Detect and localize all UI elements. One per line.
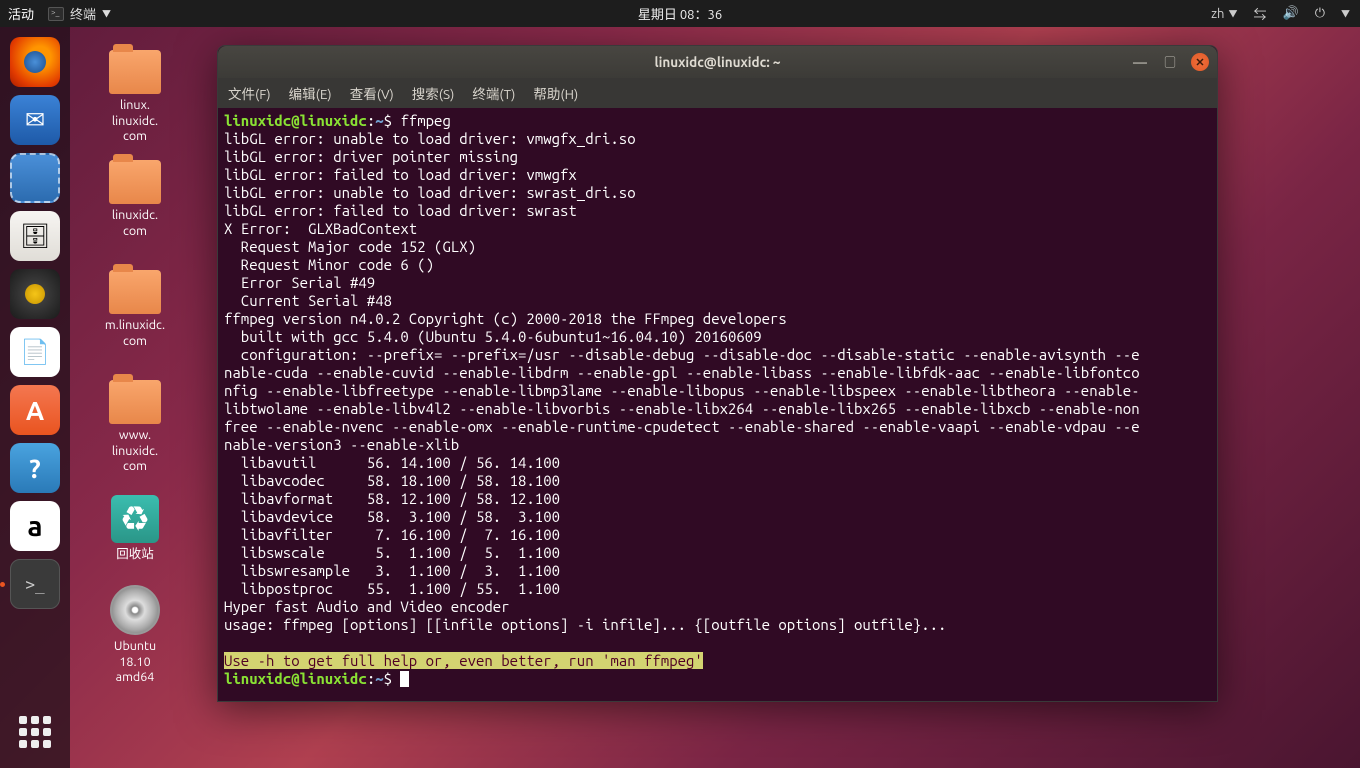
desktop-icon[interactable]: linux. linuxidc. com xyxy=(95,50,175,145)
menu-file[interactable]: 文件(F) xyxy=(228,83,271,103)
dock-screenshot[interactable] xyxy=(10,153,60,203)
topbar-app-menu[interactable]: 终端 ▼ xyxy=(48,4,111,23)
show-applications-button[interactable] xyxy=(15,712,55,752)
terminal-output-line: libavformat 58. 12.100 / 58. 12.100 xyxy=(224,490,560,507)
terminal-output-line: libGL error: failed to load driver: vmwg… xyxy=(224,166,577,183)
clock[interactable]: 星期日 08：36 xyxy=(638,4,722,23)
gnome-topbar: 活动 终端 ▼ 星期日 08：36 zh ▼ ⇆ 🔊 ⏻ ▼ xyxy=(0,0,1360,27)
power-icon[interactable]: ⏻ xyxy=(1315,6,1325,21)
network-icon[interactable]: ⇆ xyxy=(1253,4,1266,23)
ubuntu-dock xyxy=(0,27,70,768)
terminal-output-line: configuration: --prefix= --prefix=/usr -… xyxy=(224,346,1140,363)
terminal-output-line: nfig --enable-libfreetype --enable-libmp… xyxy=(224,382,1140,399)
dock-help[interactable] xyxy=(10,443,60,493)
terminal-output-line: libavutil 56. 14.100 / 56. 14.100 xyxy=(224,454,560,471)
terminal-viewport[interactable]: linuxidc@linuxidc:~$ ffmpeg libGL error:… xyxy=(218,108,1217,701)
volume-icon[interactable]: 🔊 xyxy=(1283,6,1299,21)
cursor xyxy=(400,671,409,687)
chevron-down-icon: ▼ xyxy=(102,7,111,20)
close-button[interactable] xyxy=(1191,53,1209,71)
desktop-icon[interactable]: m.linuxidc. com xyxy=(95,270,175,349)
terminal-output-line: X Error: GLXBadContext xyxy=(224,220,417,237)
activities-button[interactable]: 活动 xyxy=(8,4,34,23)
desktop-icon-label: Ubuntu 18.10 amd64 xyxy=(95,639,175,686)
terminal-output-line: libavcodec 58. 18.100 / 58. 18.100 xyxy=(224,472,560,489)
terminal-output-line: libGL error: failed to load driver: swra… xyxy=(224,202,577,219)
terminal-output-line: nable-cuda --enable-cuvid --enable-libdr… xyxy=(224,364,1140,381)
terminal-output-line: nable-version3 --enable-xlib xyxy=(224,436,459,453)
desktop-icon-label: m.linuxidc. com xyxy=(95,318,175,349)
menu-search[interactable]: 搜索(S) xyxy=(412,83,455,103)
menu-view[interactable]: 查看(V) xyxy=(350,83,394,103)
dock-rhythmbox[interactable] xyxy=(10,269,60,319)
terminal-output-line: Request Minor code 6 () xyxy=(224,256,434,273)
terminal-output-line: libswresample 3. 1.100 / 3. 1.100 xyxy=(224,562,560,579)
chevron-down-icon: ▼ xyxy=(1228,7,1237,20)
terminal-output-line: Request Major code 152 (GLX) xyxy=(224,238,476,255)
window-titlebar[interactable]: linuxidc@linuxidc: ~ xyxy=(218,46,1217,78)
menu-edit[interactable]: 编辑(E) xyxy=(289,83,332,103)
dock-terminal[interactable] xyxy=(10,559,60,609)
disc-icon xyxy=(110,585,160,635)
folder-icon xyxy=(109,50,161,94)
terminal-output-line: libGL error: driver pointer missing xyxy=(224,148,518,165)
maximize-button[interactable] xyxy=(1161,53,1179,71)
terminal-icon xyxy=(48,7,64,21)
chevron-down-icon: ▼ xyxy=(1341,7,1350,20)
dock-amazon[interactable] xyxy=(10,501,60,551)
terminal-output-line: libGL error: unable to load driver: swra… xyxy=(224,184,636,201)
desktop-icon-label: 回收站 xyxy=(95,547,175,563)
trash-icon xyxy=(111,495,159,543)
menu-terminal[interactable]: 终端(T) xyxy=(472,83,515,103)
terminal-output-line: libpostproc 55. 1.100 / 55. 1.100 xyxy=(224,580,560,597)
terminal-window: linuxidc@linuxidc: ~ 文件(F) 编辑(E) 查看(V) 搜… xyxy=(217,45,1218,702)
dock-thunderbird[interactable] xyxy=(10,95,60,145)
window-title: linuxidc@linuxidc: ~ xyxy=(654,54,780,70)
desktop-icon-label: linux. linuxidc. com xyxy=(95,98,175,145)
terminal-menubar: 文件(F) 编辑(E) 查看(V) 搜索(S) 终端(T) 帮助(H) xyxy=(218,78,1217,108)
terminal-output-line: Error Serial #49 xyxy=(224,274,375,291)
terminal-output-line: built with gcc 5.4.0 (Ubuntu 5.4.0-6ubun… xyxy=(224,328,762,345)
dock-files[interactable] xyxy=(10,211,60,261)
dock-libreoffice-writer[interactable] xyxy=(10,327,60,377)
desktop-icon[interactable]: Ubuntu 18.10 amd64 xyxy=(95,585,175,686)
terminal-output-line: libGL error: unable to load driver: vmwg… xyxy=(224,130,636,147)
input-source-indicator[interactable]: zh ▼ xyxy=(1211,7,1237,21)
terminal-output-line: libavfilter 7. 16.100 / 7. 16.100 xyxy=(224,526,560,543)
terminal-output-line: libavdevice 58. 3.100 / 58. 3.100 xyxy=(224,508,560,525)
desktop-icon[interactable]: 回收站 xyxy=(95,495,175,563)
dock-ubuntu-software[interactable] xyxy=(10,385,60,435)
folder-icon xyxy=(109,380,161,424)
terminal-output-line: usage: ffmpeg [options] [[infile options… xyxy=(224,616,946,633)
desktop-icon-label: www. linuxidc. com xyxy=(95,428,175,475)
terminal-output-line: free --enable-nvenc --enable-omx --enabl… xyxy=(224,418,1140,435)
desktop-icon-label: linuxidc. com xyxy=(95,208,175,239)
desktop-icon[interactable]: www. linuxidc. com xyxy=(95,380,175,475)
terminal-output-line: Current Serial #48 xyxy=(224,292,392,309)
menu-help[interactable]: 帮助(H) xyxy=(533,83,578,103)
desktop-icon[interactable]: linuxidc. com xyxy=(95,160,175,239)
dock-firefox[interactable] xyxy=(10,37,60,87)
terminal-output-highlight: Use -h to get full help or, even better,… xyxy=(224,652,703,669)
terminal-output-line: libswscale 5. 1.100 / 5. 1.100 xyxy=(224,544,560,561)
app-label: 终端 xyxy=(70,4,96,23)
terminal-output-line: ffmpeg version n4.0.2 Copyright (c) 2000… xyxy=(224,310,787,327)
minimize-button[interactable] xyxy=(1131,53,1149,71)
terminal-output-line: Hyper fast Audio and Video encoder xyxy=(224,598,510,615)
folder-icon xyxy=(109,270,161,314)
terminal-output-line: libtwolame --enable-libv4l2 --enable-lib… xyxy=(224,400,1140,417)
folder-icon xyxy=(109,160,161,204)
